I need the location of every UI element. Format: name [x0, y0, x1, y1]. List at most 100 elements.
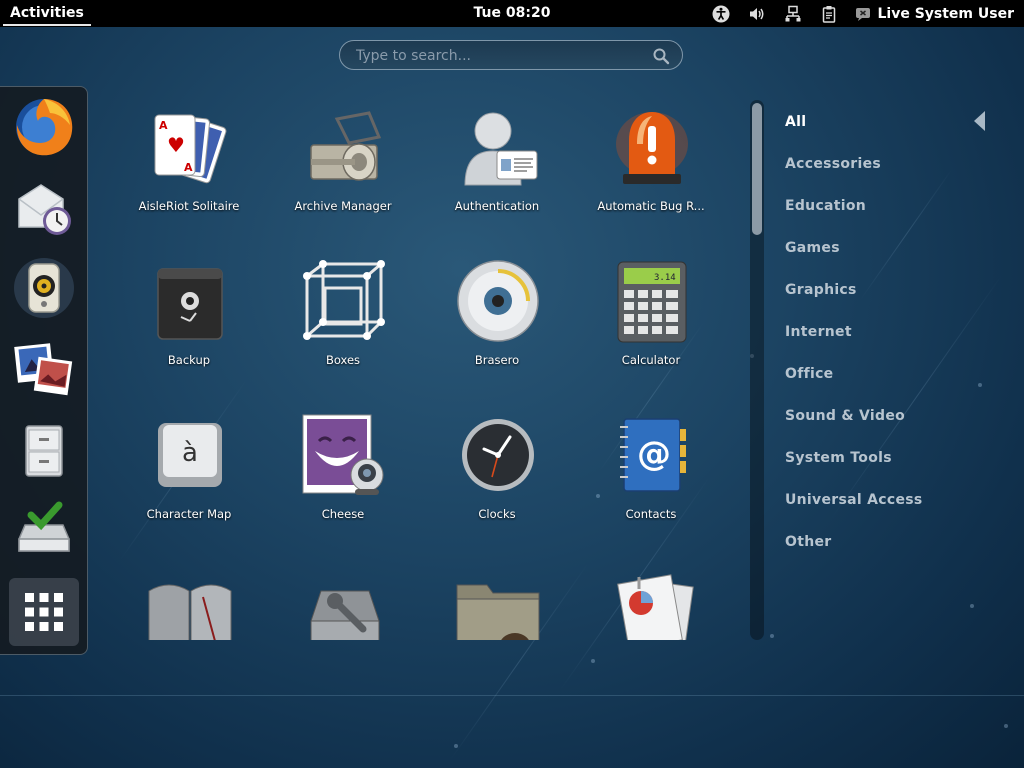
clipboard-icon[interactable]	[819, 4, 839, 24]
calculator-icon: 3.14	[607, 256, 697, 346]
category-internet[interactable]: Internet	[785, 324, 852, 340]
app-automatic-bug-reporting[interactable]: Automatic Bug R...	[574, 94, 728, 244]
background-dot	[454, 744, 458, 748]
app-authentication[interactable]: Authentication	[420, 94, 574, 244]
app-character-map[interactable]: à Character Map	[112, 402, 266, 552]
app-document-viewer[interactable]	[574, 556, 728, 640]
app-folder[interactable]	[420, 556, 574, 640]
background-streak	[859, 169, 953, 301]
disc-icon	[453, 256, 543, 346]
scrollbar-thumb[interactable]	[752, 103, 762, 235]
app-label: Contacts	[625, 507, 677, 521]
address-book-icon: @	[607, 410, 697, 500]
category-office[interactable]: Office	[785, 366, 833, 382]
book-icon	[145, 564, 235, 640]
app-label: Character Map	[146, 507, 232, 521]
dash	[0, 86, 88, 655]
app-label: Calculator	[621, 353, 681, 367]
app-boxes[interactable]: Boxes	[266, 248, 420, 398]
svg-text:à: à	[182, 438, 198, 468]
app-grid: A ♥ A AisleRiot Solitaire Archive Manage…	[112, 94, 732, 640]
clock-label[interactable]: Tue 08:20	[474, 5, 551, 21]
app-label: AisleRiot Solitaire	[138, 199, 240, 213]
activities-underline	[3, 24, 91, 26]
speaker-icon	[14, 258, 74, 318]
category-all[interactable]: All	[785, 114, 806, 130]
dash-item-firefox[interactable]	[10, 93, 78, 161]
dash-item-files[interactable]	[10, 416, 78, 484]
app-backup[interactable]: Backup	[112, 248, 266, 398]
file-cabinet-icon	[25, 425, 63, 477]
app-label: Archive Manager	[294, 199, 392, 213]
accessibility-icon[interactable]	[711, 4, 731, 24]
category-graphics[interactable]: Graphics	[785, 282, 857, 298]
mail-clock-icon	[18, 184, 71, 235]
message-tray-divider	[0, 695, 1024, 696]
app-label: Brasero	[474, 353, 520, 367]
app-cheese[interactable]: Cheese	[266, 402, 420, 552]
category-other[interactable]: Other	[785, 534, 831, 550]
clock-icon	[453, 410, 543, 500]
app-brasero[interactable]: Brasero	[420, 248, 574, 398]
app-label: Authentication	[454, 199, 540, 213]
user-name: Live System User	[877, 5, 1014, 22]
search-input[interactable]	[354, 45, 648, 67]
document-viewer-icon	[607, 564, 697, 640]
app-grid-scrollbar[interactable]	[750, 100, 764, 640]
category-games[interactable]: Games	[785, 240, 840, 256]
app-clocks[interactable]: Clocks	[420, 402, 574, 552]
app-label: Boxes	[325, 353, 361, 367]
app-book[interactable]	[112, 556, 266, 640]
user-menu[interactable]: Live System User	[855, 6, 1014, 22]
app-label: Cheese	[321, 507, 365, 521]
background-dot	[591, 659, 595, 663]
activities-label: Activities	[10, 5, 84, 21]
app-calculator[interactable]: 3.14 Calculator	[574, 248, 728, 398]
app-aisleriot-solitaire[interactable]: A ♥ A AisleRiot Solitaire	[112, 94, 266, 244]
background-streak	[829, 274, 1003, 521]
svg-text:A: A	[184, 161, 193, 174]
svg-text:A: A	[159, 119, 168, 132]
firefox-icon	[16, 99, 73, 156]
selected-category-arrow-icon	[974, 111, 985, 131]
app-archive-manager[interactable]: Archive Manager	[266, 94, 420, 244]
archive-roller-icon	[299, 102, 389, 192]
folder-icon	[453, 564, 543, 640]
app-disk-utility[interactable]	[266, 556, 420, 640]
svg-text:@: @	[637, 434, 671, 474]
category-education[interactable]: Education	[785, 198, 866, 214]
volume-icon[interactable]	[747, 4, 767, 24]
app-label: Automatic Bug R...	[597, 199, 705, 213]
activities-button[interactable]: Activities	[0, 0, 94, 27]
category-sound-video[interactable]: Sound & Video	[785, 408, 905, 424]
svg-text:3.14: 3.14	[654, 273, 676, 283]
search-icon	[653, 48, 670, 65]
app-contacts[interactable]: @ Contacts	[574, 402, 728, 552]
background-dot	[978, 383, 982, 387]
network-icon[interactable]	[783, 4, 803, 24]
person-id-icon	[453, 102, 543, 192]
chat-icon	[856, 7, 871, 21]
top-bar: Activities Tue 08:20 Live System User	[0, 0, 1024, 27]
category-system-tools[interactable]: System Tools	[785, 450, 892, 466]
photos-icon	[14, 343, 73, 396]
safe-icon	[145, 256, 235, 346]
alarm-light-icon	[607, 102, 697, 192]
system-tray: Live System User	[711, 0, 1014, 27]
install-drive-icon	[18, 501, 70, 552]
category-accessories[interactable]: Accessories	[785, 156, 881, 172]
dash-item-install[interactable]	[10, 496, 78, 564]
dash-item-evolution[interactable]	[10, 174, 78, 242]
keycap-icon: à	[145, 410, 235, 500]
dash-item-shotwell[interactable]	[10, 335, 78, 403]
svg-text:♥: ♥	[167, 133, 185, 157]
dash-item-rhythmbox[interactable]	[10, 254, 78, 322]
app-label: Clocks	[478, 507, 516, 521]
webcam-photo-icon	[299, 410, 389, 500]
show-applications-button[interactable]	[9, 578, 79, 646]
category-universal-access[interactable]: Universal Access	[785, 492, 923, 508]
search-field[interactable]	[339, 40, 683, 70]
background-dot	[770, 634, 774, 638]
cards-icon: A ♥ A	[145, 102, 235, 192]
grid-icon	[25, 593, 63, 631]
